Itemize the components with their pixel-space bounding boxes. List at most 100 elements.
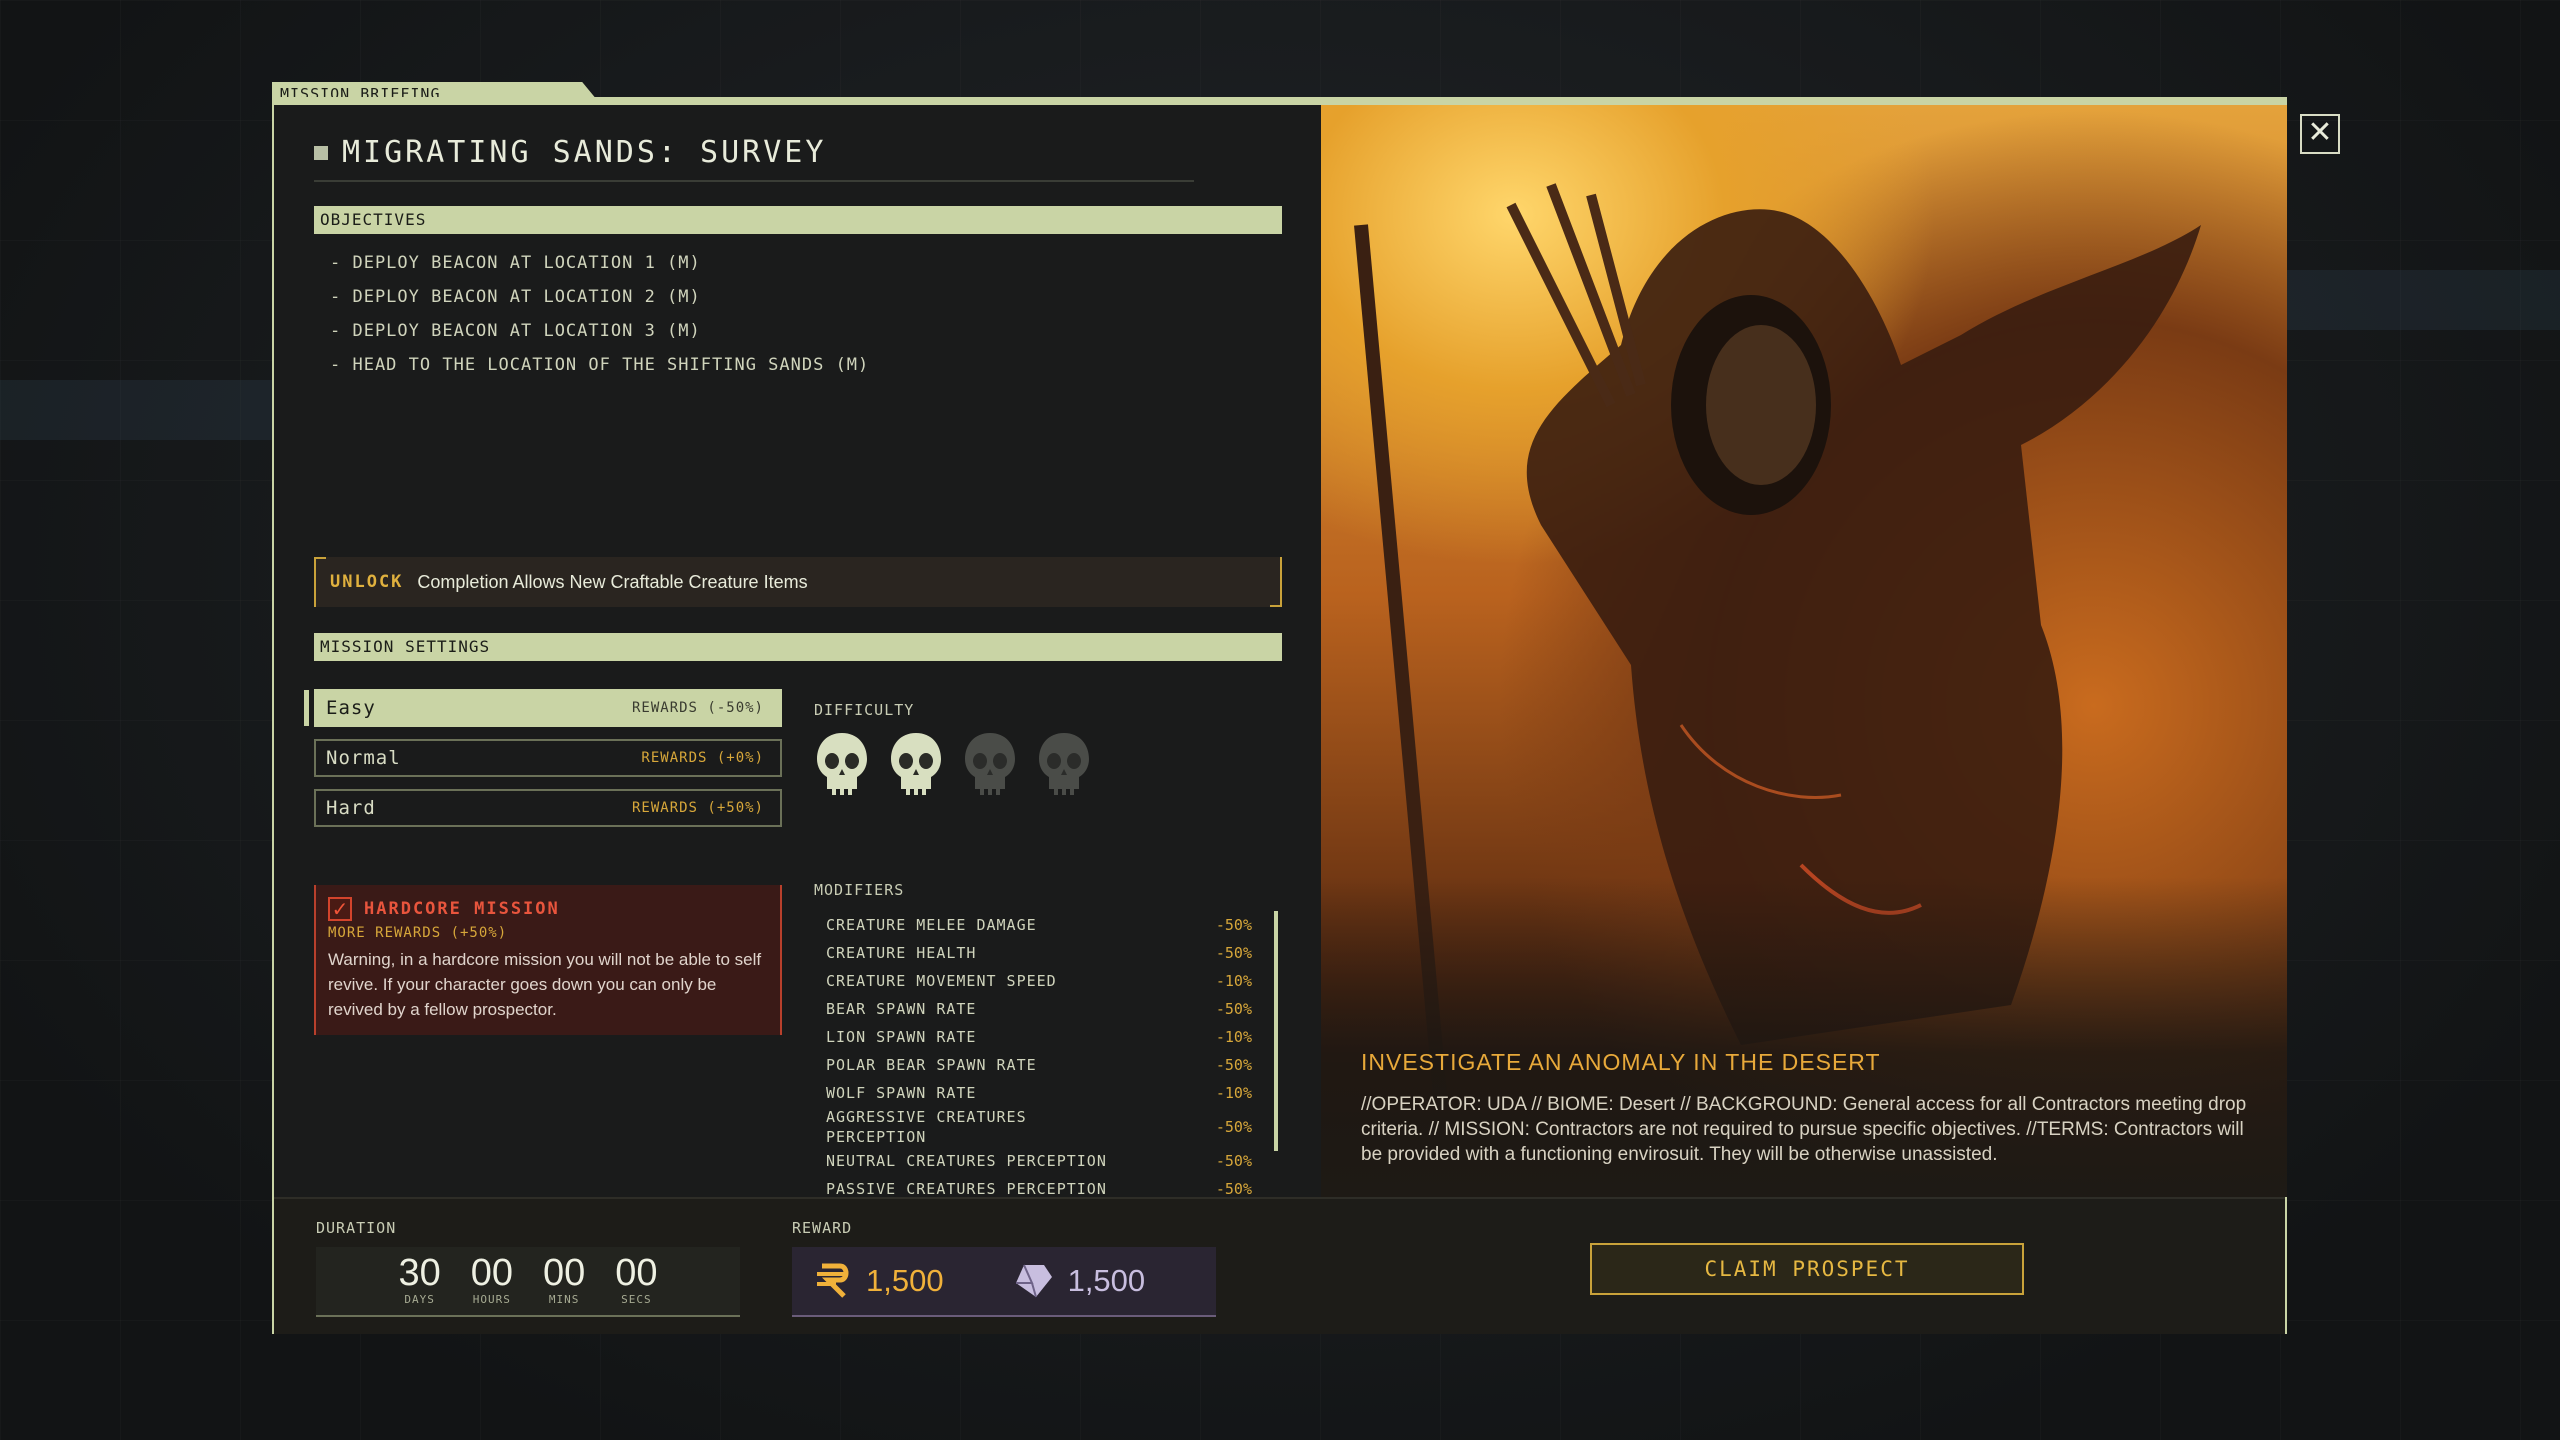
modifier-name: POLAR BEAR SPAWN RATE xyxy=(826,1056,1037,1074)
objective-item: - DEPLOY BEACON AT LOCATION 1 (M) xyxy=(330,253,701,273)
skull-icon xyxy=(891,733,941,795)
reward-credits: 1,500 xyxy=(814,1262,944,1300)
objective-item: - DEPLOY BEACON AT LOCATION 3 (M) xyxy=(330,321,701,341)
skull-icon xyxy=(965,733,1015,795)
duration-timer: 30 DAYS 00 HOURS 00 MINS 00 SECS xyxy=(316,1247,740,1317)
modifiers-label: MODIFIERS xyxy=(814,881,905,899)
mission-settings-header: MISSION SETTINGS xyxy=(314,633,1282,661)
skull-icon xyxy=(1039,733,1089,795)
modifier-row: CREATURE MELEE DAMAGE -50% xyxy=(826,911,1252,939)
duration-caption: DAYS xyxy=(404,1293,435,1306)
modifier-value: -50% xyxy=(1215,1056,1252,1074)
modifier-name: LION SPAWN RATE xyxy=(826,1028,977,1046)
claim-prospect-button[interactable]: CLAIM PROSPECT xyxy=(1590,1243,2024,1295)
reward-value: 1,500 xyxy=(1067,1263,1146,1298)
reward-value: 1,500 xyxy=(866,1263,944,1298)
option-name: Easy xyxy=(326,697,376,719)
option-name: Normal xyxy=(326,747,401,769)
hardcore-head: ✓ HARDCORE MISSION xyxy=(328,897,768,921)
close-button[interactable]: ✕ xyxy=(2300,114,2340,154)
modifier-name: CREATURE MOVEMENT SPEED xyxy=(826,972,1057,990)
duration-number: 00 xyxy=(470,1252,513,1294)
objectives-section: OBJECTIVES - DEPLOY BEACON AT LOCATION 1… xyxy=(314,206,1282,382)
hardcore-more-rewards: MORE REWARDS (+50%) xyxy=(328,925,508,941)
modifier-value: -50% xyxy=(1215,1180,1252,1198)
modifier-value: -50% xyxy=(1215,1118,1252,1136)
mission-description-block: INVESTIGATE AN ANOMALY IN THE DESERT //O… xyxy=(1361,1049,2261,1167)
modifier-value: -10% xyxy=(1215,1084,1252,1102)
modifier-row: CREATURE HEALTH -50% xyxy=(826,939,1252,967)
exotic-crystal-icon xyxy=(1015,1264,1052,1298)
objectives-list: - DEPLOY BEACON AT LOCATION 1 (M) - DEPL… xyxy=(314,234,1282,382)
mission-footer: DURATION 30 DAYS 00 HOURS 00 MINS 00 SECS RE… xyxy=(274,1197,2285,1334)
modifier-value: -50% xyxy=(1215,916,1252,934)
difficulty-label: DIFFICULTY xyxy=(814,701,915,719)
difficulty-option-normal[interactable]: Normal REWARDS (+0%) xyxy=(314,739,782,777)
modifier-row: AGGRESSIVE CREATURES PERCEPTION -50% xyxy=(826,1107,1252,1147)
modifier-name: AGGRESSIVE CREATURES PERCEPTION xyxy=(826,1108,1027,1146)
hardcore-checkbox[interactable]: ✓ xyxy=(328,897,352,921)
modifier-row: BEAR SPAWN RATE -50% xyxy=(826,995,1252,1023)
modifier-name: NEUTRAL CREATURES PERCEPTION xyxy=(826,1152,1107,1170)
background-panel xyxy=(2287,270,2560,330)
duration-number: 30 xyxy=(398,1252,441,1294)
modifier-value: -10% xyxy=(1215,1028,1252,1046)
reward-box: 1,500 1,500 xyxy=(792,1247,1216,1317)
mission-left-panel: MIGRATING SANDS: SURVEY OBJECTIVES - DEP… xyxy=(304,135,1282,1198)
rebel-credit-icon xyxy=(817,1263,849,1298)
modifier-value: -50% xyxy=(1215,1152,1252,1170)
objectives-header: OBJECTIVES xyxy=(314,206,1282,234)
modifier-name: BEAR SPAWN RATE xyxy=(826,1000,977,1018)
modifier-row: LION SPAWN RATE -10% xyxy=(826,1023,1252,1051)
duration-days: 30 DAYS xyxy=(398,1253,440,1306)
unlock-tag: UNLOCK xyxy=(330,572,404,592)
objective-item: - HEAD TO THE LOCATION OF THE SHIFTING S… xyxy=(330,355,870,375)
difficulty-indicator: DIFFICULTY xyxy=(814,701,1092,797)
duration-number: 00 xyxy=(615,1252,658,1294)
mission-title: MIGRATING SANDS: SURVEY xyxy=(342,135,827,170)
modifier-name: CREATURE MELEE DAMAGE xyxy=(826,916,1037,934)
difficulty-option-hard[interactable]: Hard REWARDS (+50%) xyxy=(314,789,782,827)
skull-icon xyxy=(817,733,867,795)
modifier-name: WOLF SPAWN RATE xyxy=(826,1084,977,1102)
difficulty-skulls xyxy=(814,731,1092,797)
modifier-row: CREATURE MOVEMENT SPEED -10% xyxy=(826,967,1252,995)
hardcore-title: HARDCORE MISSION xyxy=(364,899,560,919)
duration-caption: HOURS xyxy=(472,1293,511,1306)
modifiers-list: CREATURE MELEE DAMAGE -50% CREATURE HEALT… xyxy=(814,911,1282,1199)
difficulty-options: Easy REWARDS (-50%) Normal REWARDS (+0%)… xyxy=(304,689,782,839)
mission-description: //OPERATOR: UDA // BIOME: Desert // BACK… xyxy=(1361,1094,2247,1165)
hardcore-warning: Warning, in a hardcore mission you will … xyxy=(328,950,762,1019)
modifier-value: -50% xyxy=(1215,1000,1252,1018)
unlock-banner: UNLOCK Completion Allows New Craftable C… xyxy=(314,557,1282,607)
objective-item: - DEPLOY BEACON AT LOCATION 2 (M) xyxy=(330,287,701,307)
background-panel xyxy=(0,380,272,440)
duration-secs: 00 SECS xyxy=(615,1253,657,1306)
mission-artwork: INVESTIGATE AN ANOMALY IN THE DESERT //O… xyxy=(1321,105,2287,1197)
checkmark-icon: ✓ xyxy=(331,897,349,921)
option-name: Hard xyxy=(326,797,376,819)
option-rewards: REWARDS (-50%) xyxy=(631,700,764,716)
modifiers-section: MODIFIERS CREATURE MELEE DAMAGE -50% CREA… xyxy=(814,881,1282,1199)
duration-number: 00 xyxy=(543,1252,586,1294)
mission-heading: INVESTIGATE AN ANOMALY IN THE DESERT xyxy=(1361,1049,1881,1075)
duration-mins: 00 MINS xyxy=(543,1253,585,1306)
unlock-text: Completion Allows New Craftable Creature… xyxy=(417,571,808,592)
close-icon: ✕ xyxy=(2307,115,2333,150)
title-row: MIGRATING SANDS: SURVEY xyxy=(314,135,1194,182)
option-rewards: REWARDS (+50%) xyxy=(631,800,764,816)
modifier-row: WOLF SPAWN RATE -10% xyxy=(826,1079,1252,1107)
modifier-row: PASSIVE CREATURES PERCEPTION -50% xyxy=(826,1175,1252,1199)
mission-briefing-modal: MIGRATING SANDS: SURVEY OBJECTIVES - DEP… xyxy=(272,97,2287,1334)
modifier-value: -10% xyxy=(1215,972,1252,990)
modifier-name: PASSIVE CREATURES PERCEPTION xyxy=(826,1180,1107,1198)
modifiers-scrollbar[interactable] xyxy=(1274,911,1278,1151)
option-rewards: REWARDS (+0%) xyxy=(641,750,764,766)
difficulty-option-easy[interactable]: Easy REWARDS (-50%) xyxy=(304,689,782,727)
duration-hours: 00 HOURS xyxy=(471,1253,513,1306)
modifier-row: NEUTRAL CREATURES PERCEPTION -50% xyxy=(826,1147,1252,1175)
hardcore-mission-panel: ✓ HARDCORE MISSION MORE REWARDS (+50%) W… xyxy=(314,885,782,1035)
reward-label: REWARD xyxy=(792,1219,853,1237)
duration-label: DURATION xyxy=(316,1219,397,1237)
duration-caption: SECS xyxy=(621,1293,652,1306)
